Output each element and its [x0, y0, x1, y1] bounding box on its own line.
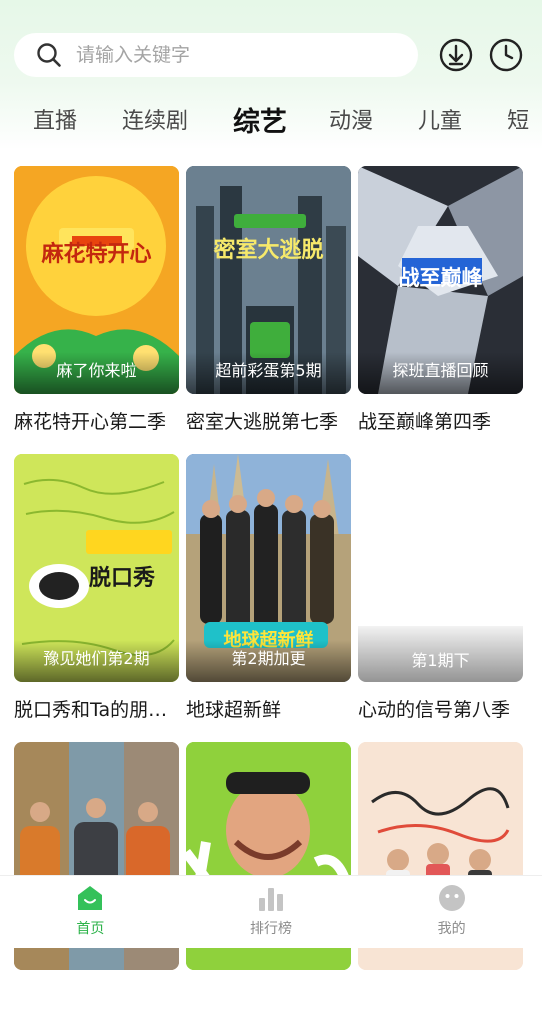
episode-caption: 超前彩蛋第5期 — [186, 352, 351, 394]
nav-label: 我的 — [437, 921, 466, 937]
poster-title-text: 密室大逃脱 — [213, 238, 324, 263]
tab-variety[interactable]: 综艺 — [233, 100, 287, 139]
tab-series[interactable]: 连续剧 — [122, 103, 188, 135]
list-item[interactable]: 密室大逃脱 超前彩蛋第5期 密室大逃脱第七季 — [186, 166, 351, 454]
episode-caption: 探班直播回顾 — [358, 352, 523, 394]
history-button[interactable] — [488, 37, 524, 73]
search-icon — [37, 43, 61, 67]
nav-home[interactable]: 首页 — [0, 876, 181, 948]
tab-short[interactable]: 短 — [507, 103, 529, 135]
nav-label: 首页 — [76, 921, 105, 937]
episode-caption: 麻了你来啦 — [14, 352, 179, 394]
poster[interactable]: 第1期下 — [358, 454, 523, 682]
poster-title-text: 麻花特开心 — [41, 242, 152, 267]
show-title[interactable]: 密室大逃脱第七季 — [186, 407, 351, 434]
home-icon — [78, 886, 103, 910]
nav-mine[interactable]: 我的 — [361, 876, 542, 948]
poster[interactable]: 战至巅峰 探班直播回顾 — [358, 166, 523, 394]
poster[interactable]: 脱口秀 豫见她们第2期 — [14, 454, 179, 682]
tab-anime[interactable]: 动漫 — [329, 103, 373, 135]
list-item[interactable]: 麻花特开心 麻了你来啦 麻花特开心第二季 — [14, 166, 179, 454]
tab-live[interactable]: 直播 — [33, 103, 77, 135]
bar-chart-icon — [259, 888, 283, 911]
show-title[interactable]: 麻花特开心第二季 — [14, 407, 179, 434]
show-title[interactable]: 地球超新鲜 — [186, 695, 351, 722]
nav-label: 排行榜 — [250, 921, 292, 937]
episode-caption: 第2期加更 — [186, 640, 351, 682]
show-title[interactable]: 脱口秀和Ta的朋友们 — [14, 695, 179, 722]
search-input[interactable] — [74, 43, 398, 67]
tab-kids[interactable]: 儿童 — [418, 103, 462, 135]
clock-icon — [489, 38, 523, 72]
poster[interactable]: 地球超新鲜 第2期加更 — [186, 454, 351, 682]
bottom-navigation: 首页 排行榜 我的 — [0, 875, 542, 948]
episode-caption: 第1期下 — [358, 626, 523, 682]
poster-title-text: 脱口秀 — [89, 566, 156, 591]
list-item[interactable]: 战至巅峰 探班直播回顾 战至巅峰第四季 — [358, 166, 523, 454]
poster-title-text: 战至巅峰 — [398, 266, 483, 290]
download-button[interactable] — [438, 37, 474, 73]
list-item[interactable]: 第1期下 心动的信号第八季 — [358, 454, 523, 742]
face-icon — [438, 885, 465, 911]
category-tabs: 直播 连续剧 综艺 动漫 儿童 短 — [0, 98, 542, 140]
list-item[interactable]: 地球超新鲜 第2期加更 地球超新鲜 — [186, 454, 351, 742]
episode-caption: 豫见她们第2期 — [14, 640, 179, 682]
show-title[interactable]: 心动的信号第八季 — [358, 695, 523, 722]
download-icon — [439, 38, 473, 72]
poster[interactable]: 麻花特开心 麻了你来啦 — [14, 166, 179, 394]
search-bar[interactable] — [14, 33, 418, 77]
nav-ranking[interactable]: 排行榜 — [181, 876, 362, 948]
poster[interactable]: 密室大逃脱 超前彩蛋第5期 — [186, 166, 351, 394]
list-item[interactable]: 脱口秀 豫见她们第2期 脱口秀和Ta的朋友们 — [14, 454, 179, 742]
show-title[interactable]: 战至巅峰第四季 — [358, 407, 523, 434]
